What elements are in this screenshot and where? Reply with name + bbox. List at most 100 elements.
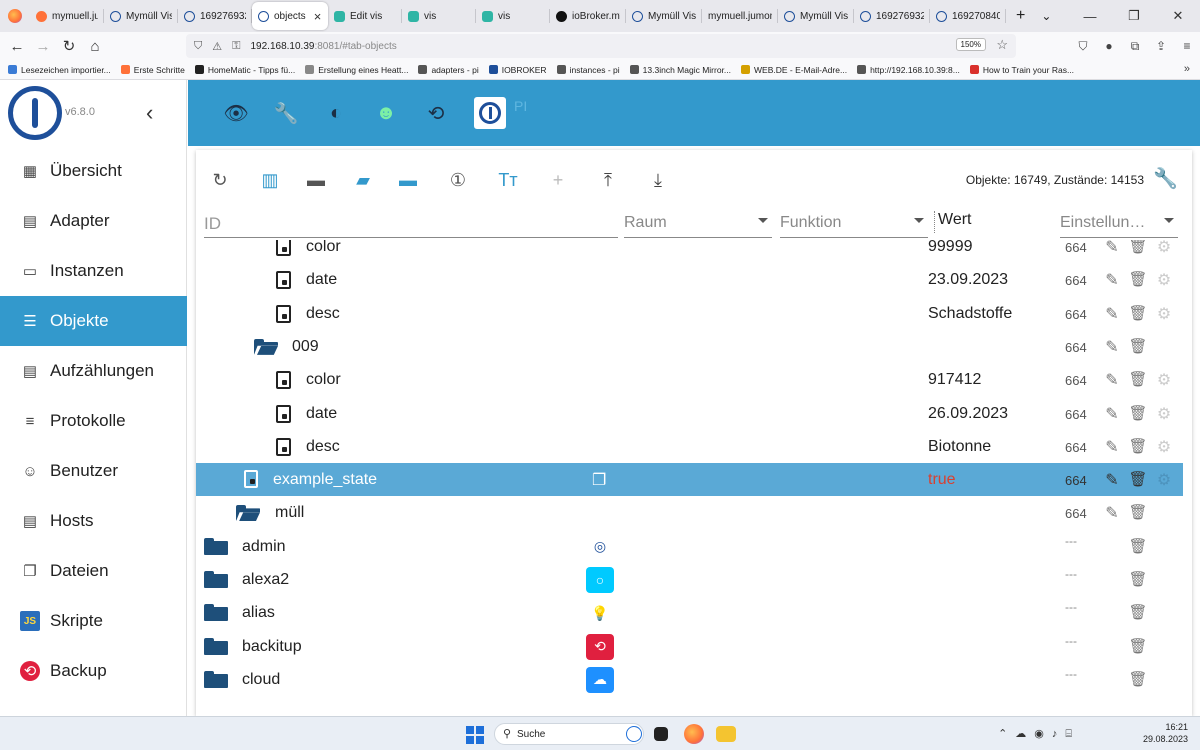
folder-icon[interactable]: ▬ — [304, 168, 328, 192]
gear-icon[interactable]: ⚙ — [1154, 404, 1174, 424]
object-value[interactable]: 917412 — [928, 371, 981, 389]
home-icon[interactable]: ⌂ — [82, 33, 108, 59]
bookmark-item[interactable]: adapters - pi — [418, 65, 479, 75]
table-row[interactable]: admin ◎ --- 🗑 — [196, 530, 1183, 563]
state-lock-icon[interactable] — [276, 371, 291, 390]
folder-icon[interactable] — [204, 537, 228, 555]
browser-tab[interactable]: 1692708409 — [930, 0, 1006, 32]
bookmarks-overflow-icon[interactable]: » — [1184, 63, 1190, 75]
browser-tab[interactable]: ioBroker.my — [550, 0, 626, 32]
delete-icon[interactable]: 🗑 — [1128, 370, 1148, 390]
reload-icon[interactable]: ↻ — [56, 33, 82, 59]
bookmark-item[interactable]: How to Train your Ras... — [969, 65, 1074, 75]
close-icon[interactable]: ✕ — [1156, 0, 1200, 32]
edit-icon[interactable]: ✎ — [1102, 270, 1122, 290]
object-value[interactable]: Schadstoffe — [928, 305, 1012, 323]
delete-icon[interactable]: 🗑 — [1128, 470, 1148, 490]
delete-icon[interactable]: 🗑 — [1128, 503, 1148, 523]
object-value[interactable]: Biotonne — [928, 438, 991, 456]
sidebar-item-backup[interactable]: ⟲ Backup — [0, 646, 187, 696]
delete-icon[interactable]: 🗑 — [1128, 603, 1148, 623]
delete-icon[interactable]: 🗑 — [1128, 337, 1148, 357]
refresh-icon[interactable]: ↻ — [208, 168, 232, 192]
forward-icon[interactable]: → — [30, 33, 56, 59]
sidebar-item-js[interactable]: JS Skripte — [0, 596, 187, 646]
object-value[interactable]: true — [928, 471, 956, 489]
browser-tab[interactable]: objects × — [252, 2, 328, 30]
edit-icon[interactable]: ✎ — [1102, 404, 1122, 424]
upload-icon[interactable]: ⤒ — [596, 168, 620, 192]
delete-icon[interactable]: 🗑 — [1128, 637, 1148, 657]
account-icon[interactable]: ● — [1096, 39, 1122, 53]
state-lock-icon[interactable] — [276, 240, 291, 256]
folder-icon[interactable] — [204, 670, 228, 688]
gear-icon[interactable]: ⚙ — [1154, 304, 1174, 324]
browser-tab[interactable]: mymuell.jumom — [702, 0, 778, 32]
table-row[interactable]: alias 💡 --- 🗑 — [196, 596, 1183, 629]
host-logo-icon[interactable] — [474, 97, 506, 129]
bookmark-item[interactable]: Erste Schritte — [120, 65, 185, 75]
folder-icon[interactable] — [204, 571, 228, 588]
url-bar[interactable]: ⛉ ⚠ ⚿ 192.168.10.39:8081/#tab-objects 15… — [186, 34, 1016, 58]
sidebar-item-instances[interactable]: ▭ Instanzen — [0, 246, 187, 296]
state-lock-icon[interactable] — [276, 304, 291, 323]
object-value[interactable]: 23.09.2023 — [928, 271, 1008, 289]
delete-icon[interactable]: 🗑 — [1128, 404, 1148, 424]
taskbar-search[interactable]: Suche — [494, 723, 644, 745]
browser-tab[interactable]: Mymüll Visu — [778, 0, 854, 32]
table-row[interactable]: date 23.09.2023 664 ✎ 🗑 ⚙ — [196, 263, 1183, 296]
task-view-icon[interactable] — [654, 727, 668, 741]
close-tab-icon[interactable]: × — [314, 9, 322, 24]
acl-value[interactable]: 664 — [1065, 273, 1087, 288]
settings-wrench-icon[interactable]: 🔧 — [1153, 166, 1178, 191]
system-tray-icons[interactable]: ⌃☁◉♪⌸ — [998, 727, 1080, 741]
file-icon[interactable] — [244, 470, 258, 489]
expand-one-level-icon[interactable]: ① — [446, 168, 470, 192]
zoom-badge[interactable]: 150% — [955, 38, 986, 51]
sidebar-item-user[interactable]: ☺ Benutzer — [0, 446, 187, 496]
bookmark-item[interactable]: HomeMatic - Tipps fü... — [194, 65, 295, 75]
table-row[interactable]: date 26.09.2023 664 ✎ 🗑 ⚙ — [196, 397, 1183, 430]
acl-value[interactable]: 664 — [1065, 240, 1087, 255]
table-row[interactable]: example_state ❐ true 664 ✎ 🗑 ⚙ — [196, 463, 1183, 497]
acl-value[interactable]: 664 — [1065, 340, 1087, 355]
folder-icon[interactable] — [204, 604, 228, 622]
browser-tab[interactable]: Mymüll Visu — [104, 0, 178, 32]
file-explorer-icon[interactable] — [716, 726, 736, 742]
sidebar-item-enum[interactable]: ▤ Aufzählungen — [0, 346, 187, 396]
theme-icon[interactable]: ◐ — [324, 101, 348, 125]
edit-icon[interactable]: ✎ — [1102, 370, 1122, 390]
state-lock-icon[interactable] — [276, 404, 291, 423]
table-row[interactable]: desc Biotonne 664 ✎ 🗑 ⚙ — [196, 430, 1183, 463]
wrench-icon[interactable]: 🔧 — [274, 101, 299, 125]
table-row[interactable]: müll 664 ✎ 🗑 — [196, 496, 1183, 529]
edit-icon[interactable]: ✎ — [1102, 240, 1122, 257]
bookmark-item[interactable]: WEB.DE - E-Mail-Adre... — [741, 65, 847, 75]
sidebar-item-list[interactable]: ☰ Objekte — [0, 296, 187, 346]
table-row[interactable]: color 917412 664 ✎ 🗑 ⚙ — [196, 363, 1183, 396]
table-row[interactable]: desc Schadstoffe 664 ✎ 🗑 ⚙ — [196, 297, 1183, 330]
bookmark-item[interactable]: 13.3inch Magic Mirror... — [629, 65, 731, 75]
delete-icon[interactable]: 🗑 — [1128, 240, 1148, 257]
add-object-icon[interactable]: + — [546, 168, 570, 192]
bookmark-item[interactable]: http://192.168.10.39:8... — [857, 65, 960, 75]
folder-open-icon[interactable] — [254, 338, 278, 355]
sidebar-item-grid[interactable]: ▦ Übersicht — [0, 146, 187, 196]
acl-value[interactable]: 664 — [1065, 440, 1087, 455]
maximize-icon[interactable]: ❐ — [1112, 0, 1156, 32]
bookmark-item[interactable]: instances - pi — [556, 65, 620, 75]
bookmark-item[interactable]: IOBROKER — [488, 65, 547, 75]
table-row[interactable]: backitup ⟲ --- 🗑 — [196, 630, 1183, 663]
bookmark-star-icon[interactable]: ☆ — [996, 37, 1008, 53]
collapse-chevron-icon[interactable]: ‹ — [146, 100, 153, 126]
browser-tab[interactable]: 1692769323 — [854, 0, 930, 32]
gear-icon[interactable]: ⚙ — [1154, 437, 1174, 457]
firefox-taskbar-icon[interactable] — [684, 724, 704, 744]
share-icon[interactable]: ⇪ — [1148, 39, 1174, 53]
acl-value[interactable]: 664 — [1065, 307, 1087, 322]
expert-mode-icon[interactable]: ☻ — [374, 101, 398, 125]
delete-icon[interactable]: 🗑 — [1128, 270, 1148, 290]
table-row[interactable]: cloud ☁ --- 🗑 — [196, 663, 1183, 696]
edit-icon[interactable]: ✎ — [1102, 304, 1122, 324]
object-value[interactable]: 99999 — [928, 240, 973, 256]
